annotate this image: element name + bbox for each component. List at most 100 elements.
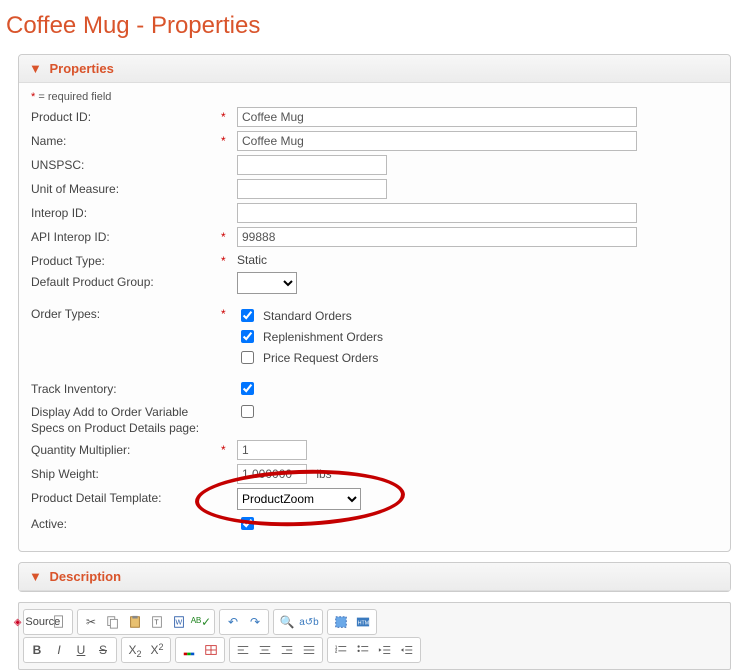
cut-button[interactable]: ✂ — [80, 612, 102, 632]
bullet-list-button[interactable] — [352, 640, 374, 660]
properties-panel-header[interactable]: ▼ Properties — [19, 55, 730, 83]
default-group-label: Default Product Group: — [31, 272, 221, 289]
spellcheck-button[interactable]: ᴬᴮ✓ — [190, 612, 212, 632]
name-input[interactable] — [237, 131, 637, 151]
bg-color-button[interactable] — [200, 640, 222, 660]
standard-orders-checkbox[interactable] — [241, 309, 254, 322]
clipboard-text-icon: T — [150, 615, 164, 629]
replenishment-orders-label: Replenishment Orders — [263, 330, 383, 344]
ship-weight-input[interactable] — [237, 464, 307, 484]
api-interop-id-label: API Interop ID: — [31, 227, 221, 244]
remove-format-button[interactable]: HTML — [352, 612, 374, 632]
bold-icon: B — [33, 643, 42, 657]
product-type-label: Product Type: — [31, 251, 221, 268]
table-icon — [204, 643, 218, 657]
active-label: Active: — [31, 514, 221, 531]
interop-id-input[interactable] — [237, 203, 637, 223]
active-checkbox[interactable] — [241, 517, 254, 530]
underline-button[interactable]: U — [70, 640, 92, 660]
product-type-value: Static — [237, 251, 718, 267]
unspsc-label: UNSPSC: — [31, 155, 221, 172]
name-label: Name: — [31, 131, 221, 148]
replace-icon: a↺b — [299, 617, 319, 628]
product-id-label: Product ID: — [31, 107, 221, 124]
description-panel-title: Description — [50, 569, 122, 584]
subscript-icon: X2 — [128, 643, 141, 657]
page-icon — [52, 615, 66, 629]
qty-multiplier-input[interactable] — [237, 440, 307, 460]
unspsc-input[interactable] — [237, 155, 387, 175]
redo-icon: ↷ — [250, 615, 260, 629]
new-page-button[interactable] — [48, 612, 70, 632]
select-all-icon — [334, 615, 348, 629]
copy-button[interactable] — [102, 612, 124, 632]
svg-text:T: T — [154, 620, 159, 627]
display-variable-label: Display Add to Order Variable Specs on P… — [31, 402, 221, 436]
align-right-button[interactable] — [276, 640, 298, 660]
html-icon: HTML — [356, 615, 370, 629]
paste-text-button[interactable]: T — [146, 612, 168, 632]
superscript-icon: X2 — [150, 643, 163, 657]
select-all-button[interactable] — [330, 612, 352, 632]
display-variable-checkbox[interactable] — [241, 405, 254, 418]
superscript-button[interactable]: X2 — [146, 640, 168, 660]
description-panel-header[interactable]: ▼ Description — [19, 563, 730, 591]
api-interop-id-input[interactable] — [237, 227, 637, 247]
price-request-orders-label: Price Request Orders — [263, 351, 378, 365]
italic-icon: I — [57, 643, 60, 657]
properties-panel-title: Properties — [50, 61, 114, 76]
replace-button[interactable]: a↺b — [298, 612, 320, 632]
align-justify-button[interactable] — [298, 640, 320, 660]
uom-input[interactable] — [237, 179, 387, 199]
align-center-icon — [258, 643, 272, 657]
copy-icon — [106, 615, 120, 629]
standard-orders-label: Standard Orders — [263, 309, 352, 323]
track-inventory-checkbox[interactable] — [241, 382, 254, 395]
bold-button[interactable]: B — [26, 640, 48, 660]
ship-weight-label: Ship Weight: — [31, 464, 221, 481]
outdent-button[interactable] — [374, 640, 396, 660]
outdent-icon — [378, 643, 392, 657]
align-right-icon — [280, 643, 294, 657]
align-center-button[interactable] — [254, 640, 276, 660]
indent-icon — [400, 643, 414, 657]
undo-button[interactable]: ↶ — [222, 612, 244, 632]
default-group-select[interactable] — [237, 272, 297, 294]
subscript-button[interactable]: X2 — [124, 640, 146, 660]
rich-text-editor: ◈ Source ✂ T W ᴬᴮ✓ ↶ ↷ — [18, 602, 731, 670]
price-request-orders-checkbox[interactable] — [241, 351, 254, 364]
properties-panel: ▼ Properties * = required field Product … — [18, 54, 731, 552]
align-left-icon — [236, 643, 250, 657]
paste-button[interactable] — [124, 612, 146, 632]
ul-icon — [356, 643, 370, 657]
required-star: * — [221, 110, 226, 124]
svg-text:2: 2 — [335, 649, 338, 654]
indent-button[interactable] — [396, 640, 418, 660]
text-color-button[interactable] — [178, 640, 200, 660]
numbered-list-button[interactable]: 12 — [330, 640, 352, 660]
interop-id-label: Interop ID: — [31, 203, 221, 220]
undo-icon: ↶ — [228, 615, 238, 629]
svg-text:W: W — [176, 620, 183, 627]
svg-text:HTML: HTML — [358, 621, 370, 627]
clipboard-word-icon: W — [172, 615, 186, 629]
product-id-input[interactable] — [237, 107, 637, 127]
ship-weight-unit: lbs — [316, 467, 331, 481]
replenishment-orders-checkbox[interactable] — [241, 330, 254, 343]
align-left-button[interactable] — [232, 640, 254, 660]
qty-multiplier-label: Quantity Multiplier: — [31, 440, 221, 457]
align-justify-icon — [302, 643, 316, 657]
strike-button[interactable]: S — [92, 640, 114, 660]
product-detail-template-select[interactable]: ProductZoom — [237, 488, 361, 510]
collapse-icon: ▼ — [29, 569, 42, 584]
collapse-icon: ▼ — [29, 61, 42, 76]
track-inventory-label: Track Inventory: — [31, 379, 221, 396]
strike-icon: S — [99, 643, 107, 657]
find-button[interactable]: 🔍 — [276, 612, 298, 632]
redo-button[interactable]: ↷ — [244, 612, 266, 632]
source-button[interactable]: ◈ Source — [26, 612, 48, 632]
italic-button[interactable]: I — [48, 640, 70, 660]
paste-word-button[interactable]: W — [168, 612, 190, 632]
editor-toolbar-row-2: B I U S X2 X2 — [23, 637, 726, 663]
page-title: Coffee Mug - Properties — [6, 12, 749, 40]
